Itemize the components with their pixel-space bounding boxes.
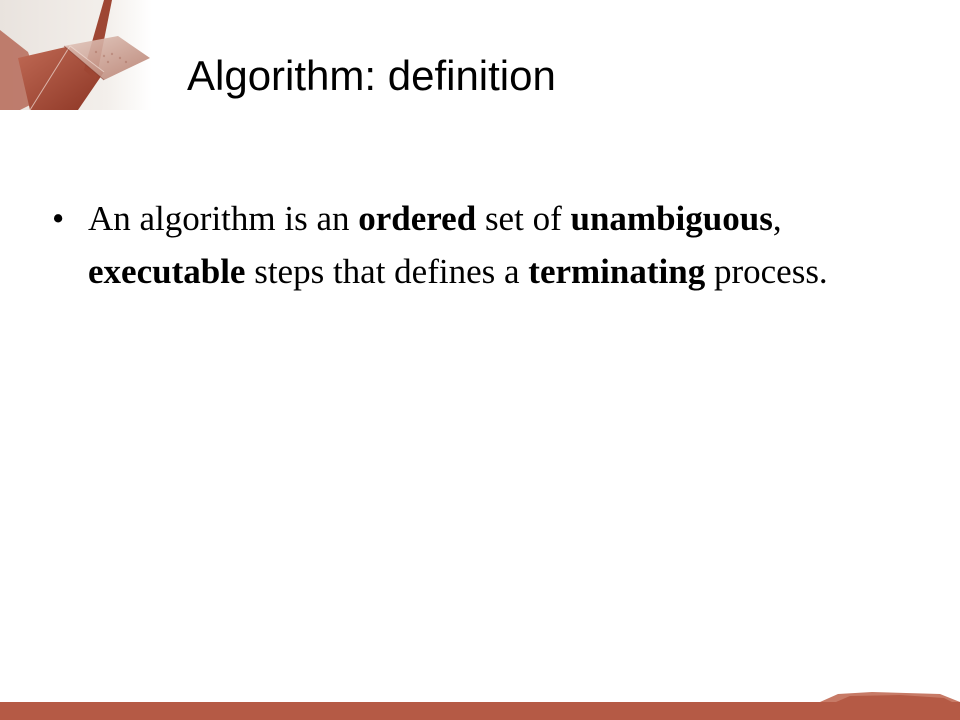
bullet-segment: process. (705, 252, 828, 291)
bullet-segment: An algorithm is an (88, 199, 359, 238)
bullet-marker: • (52, 199, 65, 238)
bullet-segment: steps that defines a (245, 252, 529, 291)
bullet-segment-bold: unambiguous (570, 199, 773, 238)
origami-crane-icon (0, 0, 152, 110)
bullet-segment-bold: executable (88, 252, 246, 291)
bullet-segment-bold: ordered (358, 199, 477, 238)
slide-title: Algorithm: definition (187, 52, 556, 99)
bullet-text: An algorithm is an ordered set of unambi… (88, 199, 828, 291)
slide-body: • An algorithm is an ordered set of unam… (52, 192, 912, 298)
bullet-segment-bold: terminating (528, 252, 706, 291)
bullet-segment: , (772, 199, 782, 238)
footer-bar (0, 692, 960, 720)
bullet-item: • An algorithm is an ordered set of unam… (52, 192, 912, 298)
bullet-segment: set of (476, 199, 571, 238)
